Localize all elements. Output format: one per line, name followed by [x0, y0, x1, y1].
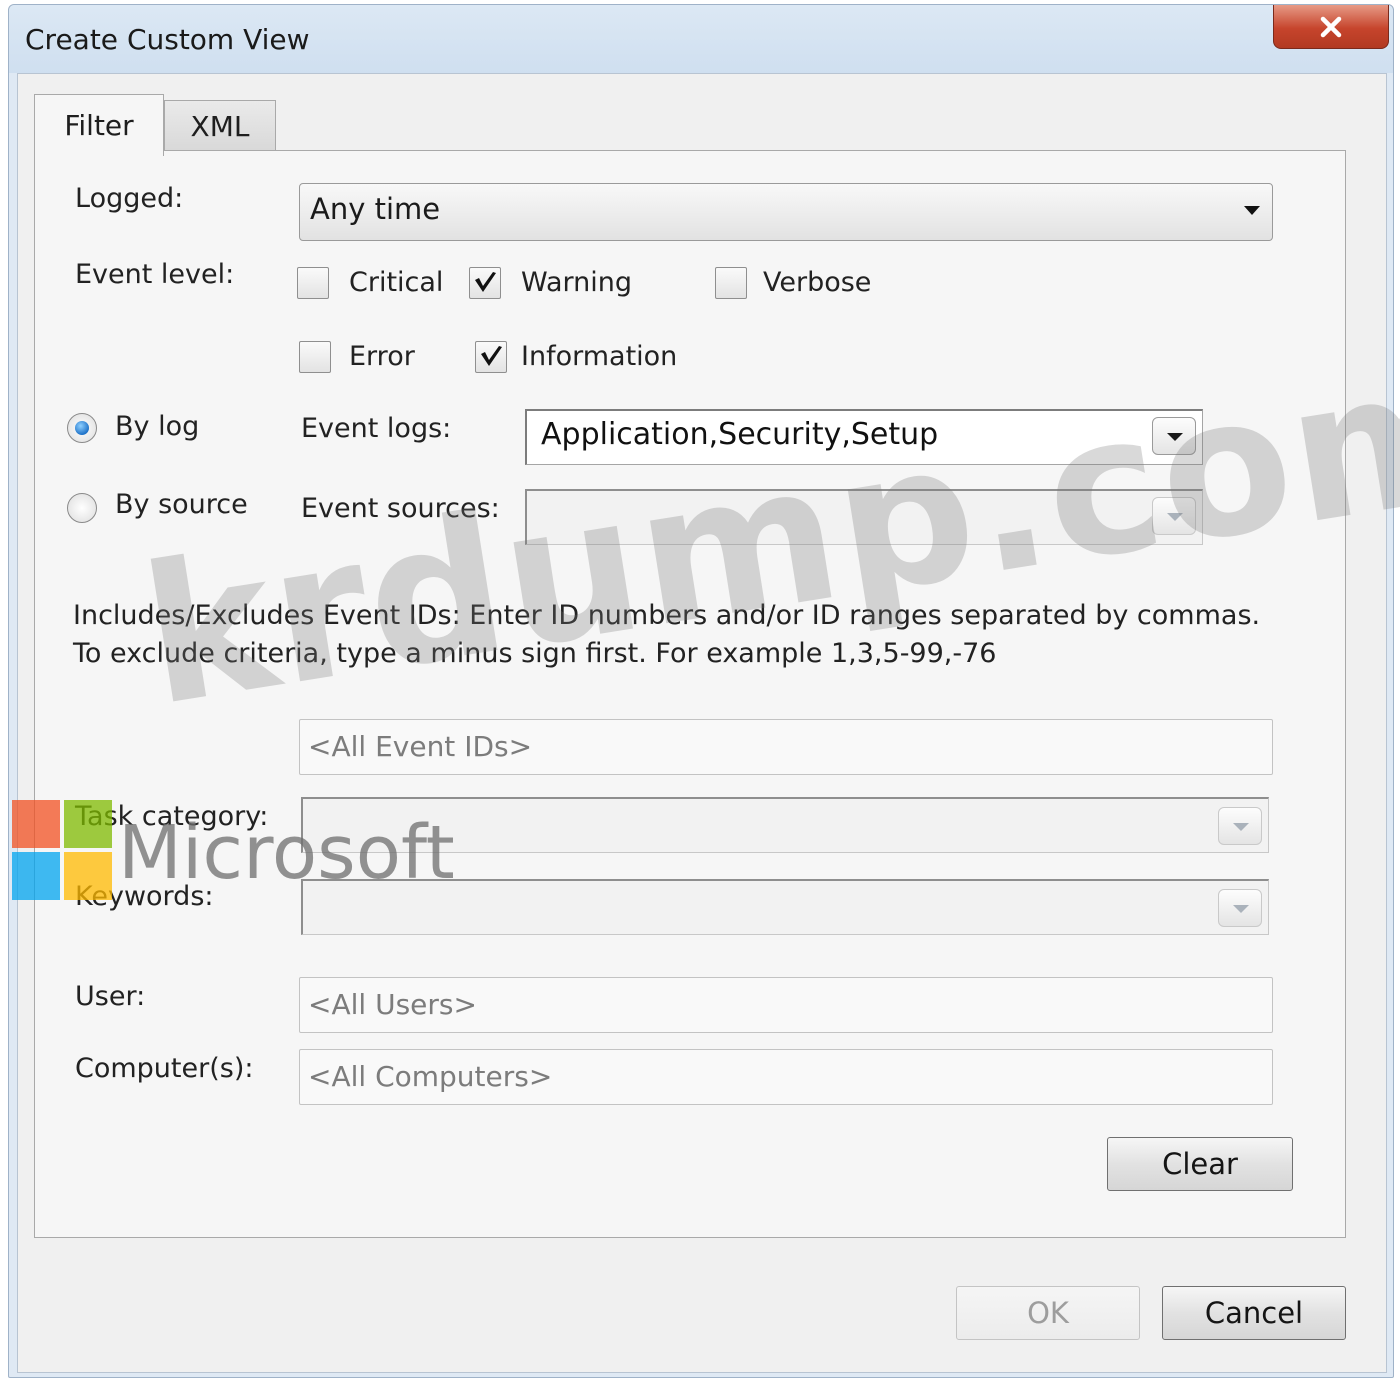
warning-label: Warning: [521, 267, 633, 298]
keywords-label: Keywords:: [75, 881, 214, 912]
task-category-label: Task category:: [75, 801, 269, 832]
event-level-label: Event level:: [75, 259, 235, 290]
close-button[interactable]: [1273, 5, 1389, 49]
event-logs-dropdown-button[interactable]: [1152, 417, 1196, 455]
event-sources-dropdown-button[interactable]: [1152, 497, 1196, 535]
user-placeholder: <All Users>: [308, 988, 477, 1021]
by-log-label: By log: [115, 411, 200, 442]
event-logs-value: Application,Security,Setup: [541, 417, 939, 452]
by-log-radio[interactable]: [67, 413, 97, 443]
tab-filter[interactable]: Filter: [34, 94, 164, 156]
critical-checkbox[interactable]: [297, 267, 329, 299]
error-checkbox[interactable]: [299, 341, 331, 373]
dialog-client-area: Filter XML Logged: Any time Event level:…: [17, 73, 1387, 1373]
clear-button[interactable]: Clear: [1107, 1137, 1293, 1191]
event-ids-description: Includes/Excludes Event IDs: Enter ID nu…: [73, 600, 1261, 669]
verbose-checkbox[interactable]: [715, 267, 747, 299]
information-checkbox[interactable]: [475, 341, 507, 373]
logged-label: Logged:: [75, 183, 184, 214]
warning-checkbox[interactable]: [469, 267, 501, 299]
event-sources-field[interactable]: [525, 489, 1203, 545]
computers-input[interactable]: <All Computers>: [299, 1049, 1273, 1105]
logged-value: Any time: [310, 192, 441, 226]
computers-label: Computer(s):: [75, 1053, 254, 1084]
event-ids-placeholder: <All Event IDs>: [308, 730, 533, 763]
checkmark-icon: [481, 346, 502, 366]
event-ids-input[interactable]: <All Event IDs>: [299, 719, 1273, 775]
checkmark-icon: [475, 272, 496, 292]
keywords-dropdown-button[interactable]: [1218, 889, 1262, 927]
by-source-label: By source: [115, 489, 248, 520]
user-label: User:: [75, 981, 146, 1012]
task-category-dropdown-button[interactable]: [1218, 807, 1262, 845]
critical-label: Critical: [349, 267, 444, 298]
tab-filter-label: Filter: [64, 109, 134, 142]
tab-xml-label: XML: [190, 110, 250, 143]
computers-placeholder: <All Computers>: [308, 1060, 553, 1093]
logged-select[interactable]: Any time: [299, 183, 1273, 241]
verbose-label: Verbose: [763, 267, 872, 298]
event-logs-field[interactable]: Application,Security,Setup: [525, 409, 1203, 465]
task-category-field[interactable]: [301, 797, 1269, 853]
filter-panel: Logged: Any time Event level: Critical W…: [34, 150, 1346, 1238]
cancel-button[interactable]: Cancel: [1162, 1286, 1346, 1340]
information-label: Information: [521, 341, 678, 372]
by-source-radio[interactable]: [67, 493, 97, 523]
event-sources-label: Event sources:: [301, 493, 500, 524]
dialog-window: Create Custom View Filter XML Logged: An…: [8, 4, 1394, 1378]
chevron-down-icon: [1244, 206, 1260, 215]
error-label: Error: [349, 341, 415, 372]
title-bar[interactable]: Create Custom View: [9, 5, 1393, 73]
tab-xml[interactable]: XML: [164, 100, 276, 152]
keywords-field[interactable]: [301, 879, 1269, 935]
event-logs-label: Event logs:: [301, 413, 452, 444]
close-icon: [1320, 16, 1342, 37]
user-input[interactable]: <All Users>: [299, 977, 1273, 1033]
ok-button[interactable]: OK: [956, 1286, 1140, 1340]
window-title: Create Custom View: [25, 23, 310, 56]
